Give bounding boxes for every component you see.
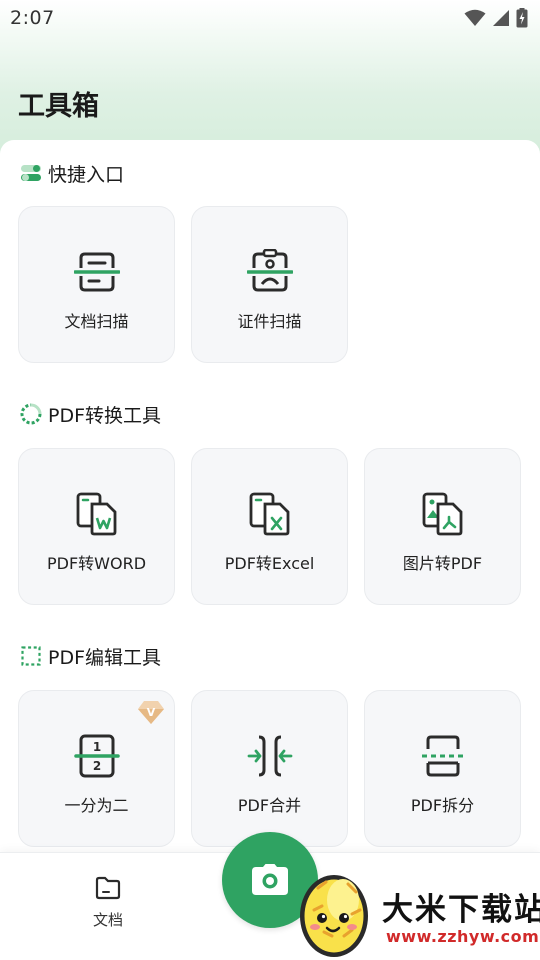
tool-pdf-to-word[interactable]: PDF转WORD: [18, 448, 175, 605]
section-title: 快捷入口: [48, 163, 125, 186]
section-pdf-edit-header: PDF编辑工具: [20, 642, 161, 670]
cellular-signal-icon: [493, 10, 509, 26]
split-in-two-icon: 1 2: [73, 733, 120, 779]
rice-mascot-logo: [300, 875, 368, 957]
tool-pdf-to-excel[interactable]: PDF转Excel: [191, 448, 348, 605]
page-title: 工具箱: [18, 91, 99, 122]
vip-badge-text: V: [147, 706, 156, 719]
tool-document-scan[interactable]: 文档扫描: [18, 206, 175, 363]
tool-label: PDF拆分: [410, 796, 475, 815]
nav-tab-label: 文档: [92, 911, 123, 929]
camera-icon: [252, 864, 288, 895]
pdf-to-excel-icon: [247, 491, 293, 537]
tool-label: 一分为二: [64, 796, 129, 815]
battery-icon: [516, 8, 528, 28]
svg-text:2: 2: [92, 759, 100, 773]
status-time: 2:07: [10, 7, 55, 29]
vip-diamond-badge-icon: V: [138, 701, 164, 724]
convert-circle-icon: [20, 403, 42, 425]
tool-image-to-pdf[interactable]: 图片转PDF: [364, 448, 521, 605]
nav-tab-documents[interactable]: 文档: [76, 875, 140, 939]
status-bar: 2:07: [0, 0, 540, 36]
pdf-split-icon: [420, 733, 466, 779]
tool-label: PDF转WORD: [46, 554, 147, 573]
site-watermark: 大米下载站 www.zzhyw.com: [294, 864, 540, 960]
document-scan-icon: [73, 249, 120, 295]
tool-label: 图片转PDF: [402, 554, 483, 573]
folder-icon: [95, 876, 121, 900]
section-title: PDF转换工具: [48, 404, 162, 427]
pdf-merge-icon: [247, 733, 293, 779]
watermark-title: 大米下载站: [382, 892, 540, 928]
tool-label: PDF合并: [237, 796, 302, 815]
watermark-url: www.zzhyw.com: [386, 927, 540, 946]
wifi-icon: [464, 9, 486, 26]
status-icons: [464, 8, 528, 28]
tool-split-in-two[interactable]: V 1 2 一分为二: [18, 690, 175, 847]
section-title: PDF编辑工具: [48, 646, 162, 669]
section-pdf-convert-header: PDF转换工具: [20, 400, 161, 428]
svg-text:1: 1: [92, 740, 100, 754]
tool-id-card-scan[interactable]: 证件扫描: [191, 206, 348, 363]
toggle-icon: [21, 165, 41, 181]
tool-pdf-merge[interactable]: PDF合并: [191, 690, 348, 847]
edit-frame-icon: [21, 646, 41, 666]
tool-label: 证件扫描: [237, 312, 302, 331]
tool-pdf-split[interactable]: PDF拆分: [364, 690, 521, 847]
id-card-scan-icon: [246, 249, 293, 295]
tool-label: PDF转Excel: [224, 554, 315, 573]
tool-label: 文档扫描: [64, 312, 129, 331]
image-to-pdf-icon: [420, 491, 466, 537]
pdf-to-word-icon: [74, 491, 120, 537]
section-quick-entry-header: 快捷入口: [20, 159, 124, 187]
